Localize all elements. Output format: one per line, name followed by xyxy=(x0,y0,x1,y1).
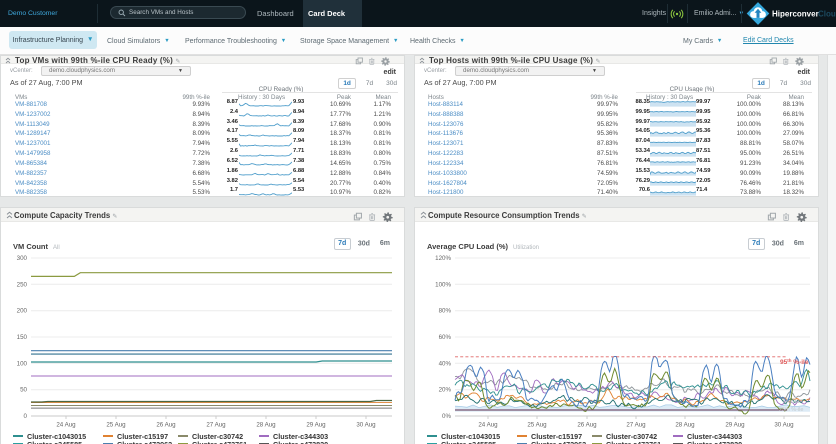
svg-text:120%: 120% xyxy=(435,255,451,262)
svg-text:95th %-ile: 95th %-ile xyxy=(780,358,809,367)
svg-text:100%: 100% xyxy=(435,281,451,288)
svg-text:25 Aug: 25 Aug xyxy=(527,422,547,429)
svg-text:24 Aug: 24 Aug xyxy=(478,422,498,429)
svg-text:30 Aug: 30 Aug xyxy=(356,422,376,429)
svg-text:0: 0 xyxy=(24,413,28,420)
svg-text:27 Aug: 27 Aug xyxy=(626,422,646,429)
svg-text:28 Aug: 28 Aug xyxy=(675,422,695,429)
svg-text:30 Aug: 30 Aug xyxy=(774,422,794,429)
svg-text:29 Aug: 29 Aug xyxy=(725,422,745,429)
svg-text:20%: 20% xyxy=(439,387,452,394)
svg-text:40%: 40% xyxy=(439,360,452,367)
svg-text:24 Aug: 24 Aug xyxy=(56,422,76,429)
svg-text:200: 200 xyxy=(17,308,28,315)
svg-text:0%: 0% xyxy=(442,413,451,420)
svg-text:250: 250 xyxy=(17,281,28,288)
svg-text:26 Aug: 26 Aug xyxy=(156,422,176,429)
svg-text:80%: 80% xyxy=(439,308,452,315)
svg-text:50: 50 xyxy=(20,387,27,394)
svg-text:150: 150 xyxy=(17,334,28,341)
svg-text:29 Aug: 29 Aug xyxy=(306,422,326,429)
svg-text:26 Aug: 26 Aug xyxy=(577,422,597,429)
svg-text:Hiperconver: Hiperconver xyxy=(772,10,819,19)
svg-text:60%: 60% xyxy=(439,334,452,341)
svg-text:25th %-ile: 25th %-ile xyxy=(779,407,803,413)
svg-text:300: 300 xyxy=(17,255,28,262)
svg-text:Median: Median xyxy=(783,399,803,405)
svg-text:27 Aug: 27 Aug xyxy=(206,422,226,429)
svg-text:100: 100 xyxy=(17,360,28,367)
svg-text:Cloud: Cloud xyxy=(818,10,836,19)
svg-text:28 Aug: 28 Aug xyxy=(256,422,276,429)
svg-text:25 Aug: 25 Aug xyxy=(106,422,126,429)
